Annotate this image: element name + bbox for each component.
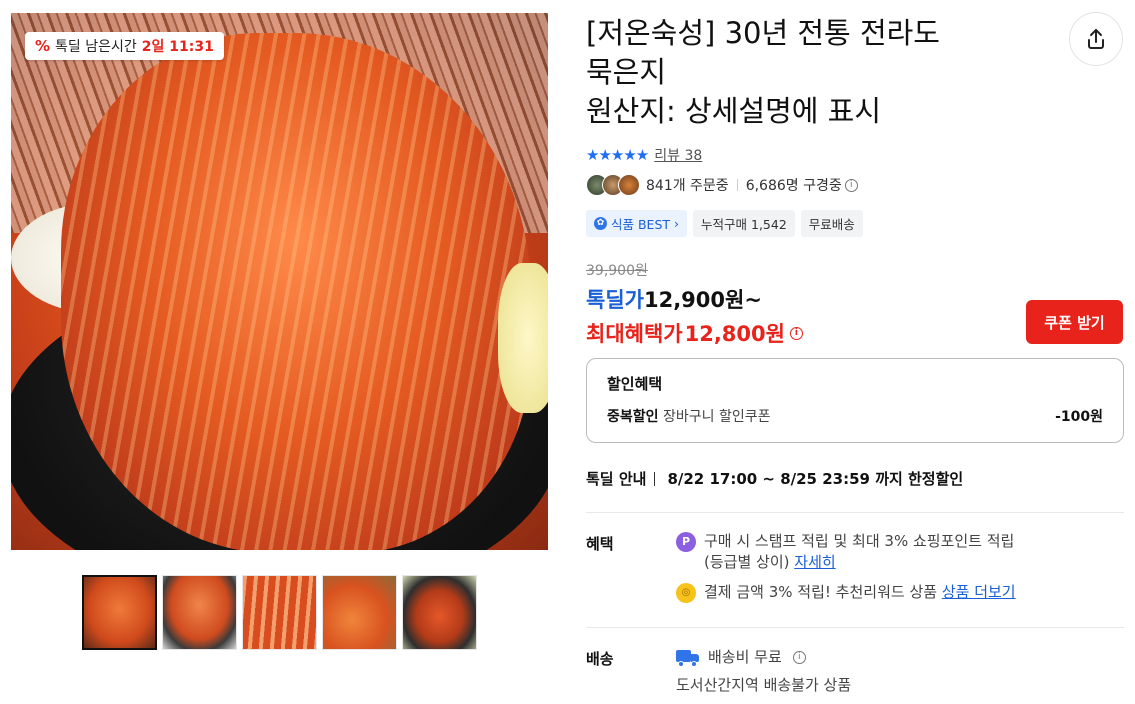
benefit-reward: ◎ 결제 금액 3% 적립! 추천리워드 상품 상품 더보기 [676,582,1016,603]
product-title: [저온숙성] 30년 전통 전라도 묵은지 원산지: 상세설명에 표시 [586,14,1026,131]
max-price-value: 12,800원 [684,322,785,346]
thumbnail-3[interactable] [242,575,317,650]
product-title-line: [저온숙성] 30년 전통 전라도 [586,16,940,50]
tag-label: 누적구매 1,542 [701,217,787,232]
deal-timer-value: 2일 11:31 [141,39,214,55]
deal-timer-label: 톡딜 남은시간 [55,39,137,55]
section-divider [586,627,1124,628]
discount-row: 중복할인 장바구니 할인쿠폰 -100원 [607,406,1103,426]
review-count-link[interactable]: 리뷰 38 [654,145,702,165]
deal-price-value: 12,900원~ [643,288,762,312]
info-icon[interactable]: i [789,326,803,340]
point-p-icon: P [676,532,696,552]
image-cabbage [498,263,548,413]
discount-row-desc: 장바구니 할인쿠폰 [662,409,771,425]
chevron-right-icon: › [674,216,680,231]
max-price-label: 최대혜택가 [586,322,683,346]
divider [736,179,738,191]
tag-free-shipping: 무료배송 [800,210,863,237]
buyer-avatars [586,174,640,196]
main-product-image [11,13,548,550]
benefits-label: 혜택 [586,535,614,553]
thumbnail-2[interactable] [162,575,237,650]
share-button[interactable] [1069,12,1123,66]
get-coupon-button[interactable]: 쿠폰 받기 [1026,300,1123,344]
product-title-line: 원산지: 상세설명에 표시 [586,94,882,128]
discount-row-label: 중복할인 [607,409,659,425]
tag-cumulative-purchase: 누적구매 1,542 [693,210,795,237]
star-icon: ★★★★★ [586,146,649,164]
viewer-count: 6,686명 구경중 [745,178,842,194]
discount-row-amount: -100원 [1055,409,1103,425]
benefit-line-1: 구매 시 스탬프 적립 및 최대 3% 쇼핑포인트 적립 [704,532,1015,550]
benefit-line-2: 결제 금액 3% 적립! 추천리워드 상품 [704,583,938,601]
divider [654,471,656,486]
deal-timer-badge: % 톡딜 남은시간 2일 11:31 [25,32,224,60]
best-gear-icon: ✿ [594,217,607,230]
order-stats: 841개 주문중 6,686명 구경중 i [586,174,858,196]
benefit-point: P 구매 시 스탬프 적립 및 최대 3% 쇼핑포인트 적립 (등급별 상이) … [676,531,1014,573]
original-price: 39,900원 [586,263,648,279]
coin-icon: ◎ [676,583,696,603]
deal-price: 톡딜가12,900원~ [586,284,762,314]
deal-percent-icon: % [35,37,51,55]
deal-notice-period: 8/22 17:00 ~ 8/25 23:59 까지 한정할인 [667,470,964,488]
tag-food-best[interactable]: ✿ 식품 BEST › [586,210,688,237]
product-title-line: 묵은지 [586,55,667,89]
thumbnail-5[interactable] [402,575,477,650]
image-kimchi [61,33,531,550]
tag-label: 식품 BEST [611,217,671,232]
section-divider [586,512,1124,513]
avatar [618,174,640,196]
deal-notice: 톡딜 안내 8/22 17:00 ~ 8/25 23:59 까지 한정할인 [586,468,963,489]
thumbnail-1[interactable] [82,575,157,650]
benefit-line-1b: (등급별 상이) [704,553,790,571]
discount-box: 할인혜택 중복할인 장바구니 할인쿠폰 -100원 [586,358,1124,443]
thumbnail-4[interactable] [322,575,397,650]
deal-notice-label: 톡딜 안내 [586,470,647,488]
info-icon[interactable]: i [792,651,806,664]
deal-price-label: 톡딜가 [586,288,644,312]
more-products-link[interactable]: 상품 더보기 [942,583,1016,601]
shipping-note-text: 도서산간지역 배송불가 상품 [676,676,852,694]
thumbnail-list [82,575,477,650]
rating-row: ★★★★★ 리뷰 38 [586,145,702,165]
product-tags: ✿ 식품 BEST › 누적구매 1,542 무료배송 [586,210,863,237]
truck-icon [676,650,700,667]
info-icon[interactable]: i [844,178,858,192]
ordering-count: 841개 주문중 [646,178,729,194]
share-icon [1088,29,1104,49]
shipping-label: 배송 [586,650,614,668]
shipping-fee: 배송비 무료 i [676,647,806,668]
max-benefit-price: 최대혜택가 12,800원 i [586,318,803,348]
shipping-note: 도서산간지역 배송불가 상품 [676,675,851,696]
shipping-fee-text: 배송비 무료 [708,648,782,666]
tag-label: 무료배송 [808,217,855,232]
discount-title: 할인혜택 [607,375,663,393]
benefit-detail-link[interactable]: 자세히 [794,553,835,571]
